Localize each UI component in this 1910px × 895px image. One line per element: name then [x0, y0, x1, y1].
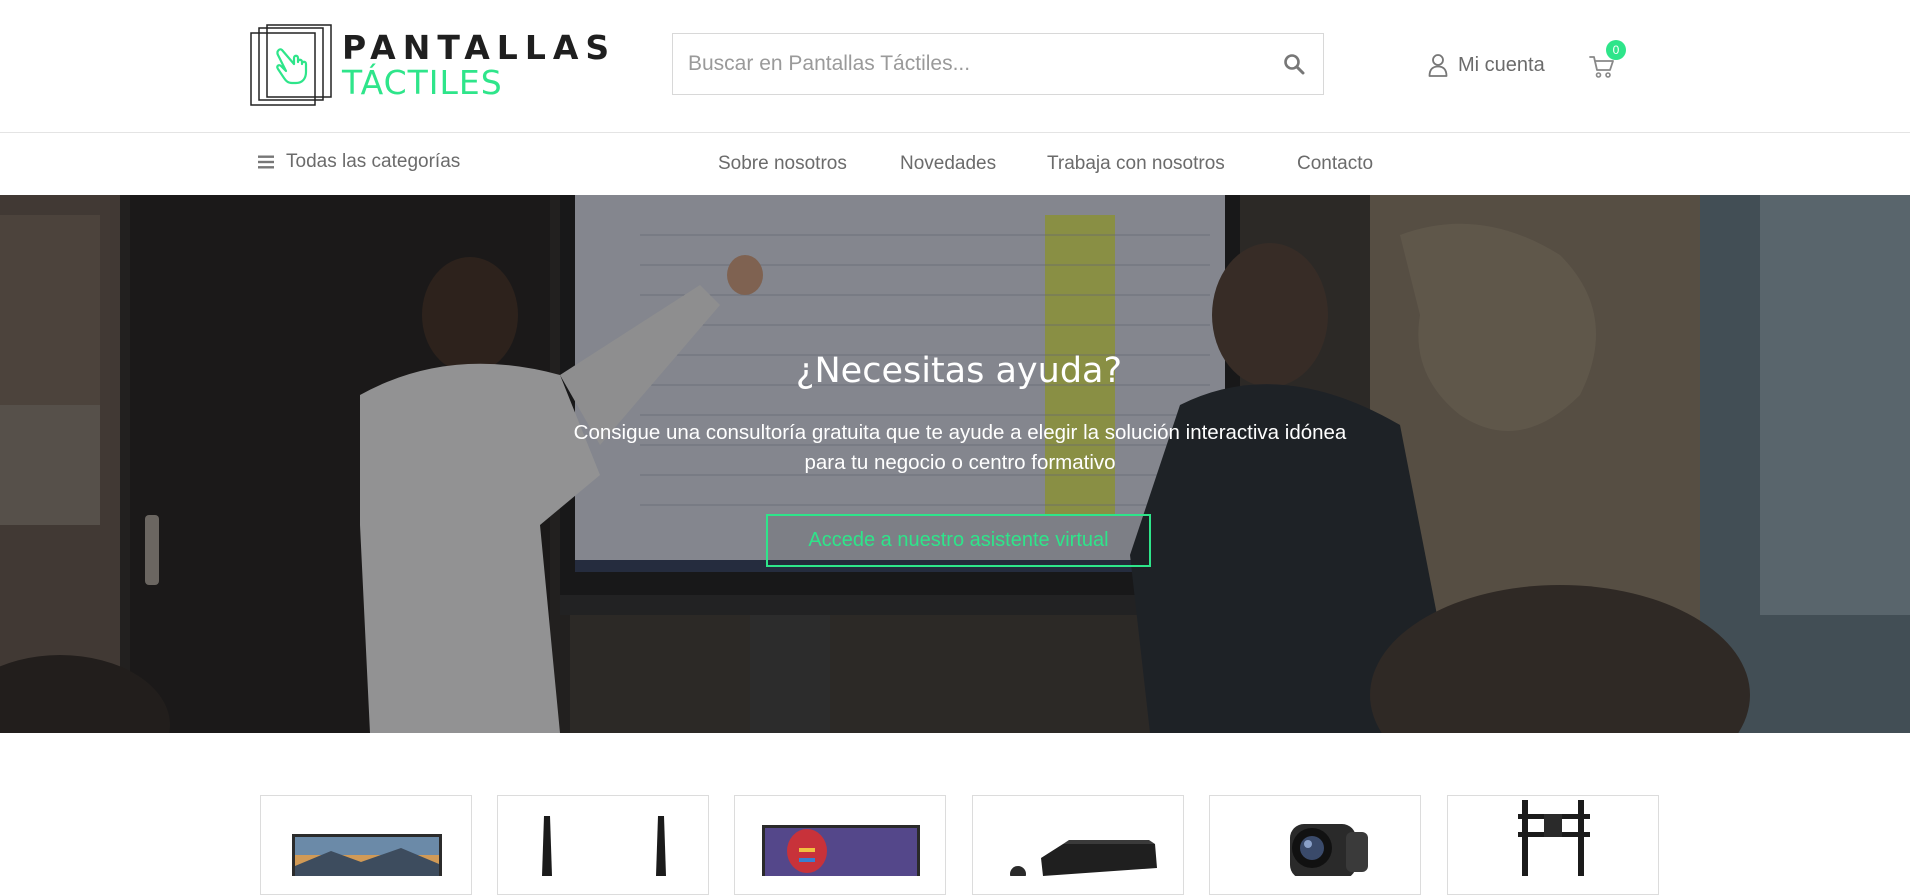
interactive-display-image [762, 825, 920, 880]
media-box-image [1010, 840, 1157, 882]
virtual-assistant-button[interactable]: Accede a nuestro asistente virtual [766, 514, 1151, 567]
site-logo[interactable]: PANTALLAS TÁCTILES [250, 24, 609, 106]
search-button[interactable] [1279, 49, 1309, 79]
interactive-display-image [292, 834, 442, 879]
search-input[interactable] [673, 34, 1253, 94]
logo-text-line1: PANTALLAS [342, 28, 617, 67]
product-cards [0, 795, 1910, 895]
user-icon [1428, 54, 1448, 77]
touch-hand-logo-icon [250, 24, 332, 106]
product-card-floor-stand[interactable] [1447, 795, 1659, 895]
floor-stand-image [1518, 800, 1590, 878]
hero-description: Consigue una consultoría gratuita que te… [573, 421, 1347, 474]
antenna-image [542, 816, 666, 876]
product-card-antenna[interactable] [497, 795, 709, 895]
product-card-conference-camera[interactable] [1209, 795, 1421, 895]
product-card-interactive-display-2[interactable] [734, 795, 946, 895]
my-account-link[interactable]: Mi cuenta [1428, 50, 1545, 80]
menu-icon [258, 155, 274, 169]
product-card-interactive-display-1[interactable] [260, 795, 472, 895]
all-categories-label: Todas las categorías [286, 151, 461, 172]
site-header: PANTALLAS TÁCTILES Mi cuenta 0 [0, 0, 1910, 133]
product-card-media-box[interactable] [972, 795, 1184, 895]
hero-banner: ¿Necesitas ayuda? Consigue una consultor… [0, 195, 1910, 733]
hero-title: ¿Necesitas ayuda? [795, 351, 1123, 391]
logo-text-line2: TÁCTILES [342, 63, 503, 102]
search-icon [1284, 54, 1305, 75]
main-navigation: Todas las categorías Sobre nosotros Nove… [0, 134, 1910, 195]
nav-link-sobre-nosotros[interactable]: Sobre nosotros [718, 153, 847, 175]
all-categories-button[interactable]: Todas las categorías [258, 151, 460, 173]
nav-link-novedades[interactable]: Novedades [900, 153, 996, 175]
my-account-label: Mi cuenta [1458, 53, 1545, 76]
nav-link-contacto[interactable]: Contacto [1297, 153, 1373, 175]
nav-link-trabaja-con-nosotros[interactable]: Trabaja con nosotros [1047, 153, 1225, 175]
camera-image [1290, 824, 1368, 879]
search-bar [672, 33, 1324, 95]
cart-count-badge: 0 [1606, 40, 1626, 60]
cart-button[interactable]: 0 [1588, 40, 1626, 82]
